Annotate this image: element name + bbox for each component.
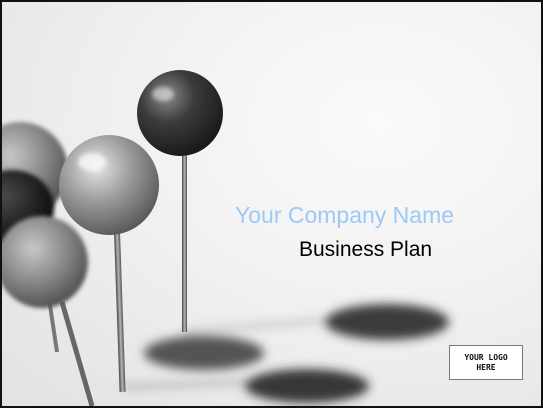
- logo-placeholder: YOUR LOGO HERE: [449, 345, 523, 380]
- pin-shadows: [121, 304, 449, 403]
- company-name: Your Company Name: [235, 202, 455, 228]
- title-slide: Your Company Name Business Plan YOUR LOG…: [0, 0, 543, 408]
- plan-title: Business Plan: [299, 238, 433, 261]
- logo-placeholder-text: YOUR LOGO HERE: [464, 352, 508, 372]
- pin-heads: [2, 70, 223, 308]
